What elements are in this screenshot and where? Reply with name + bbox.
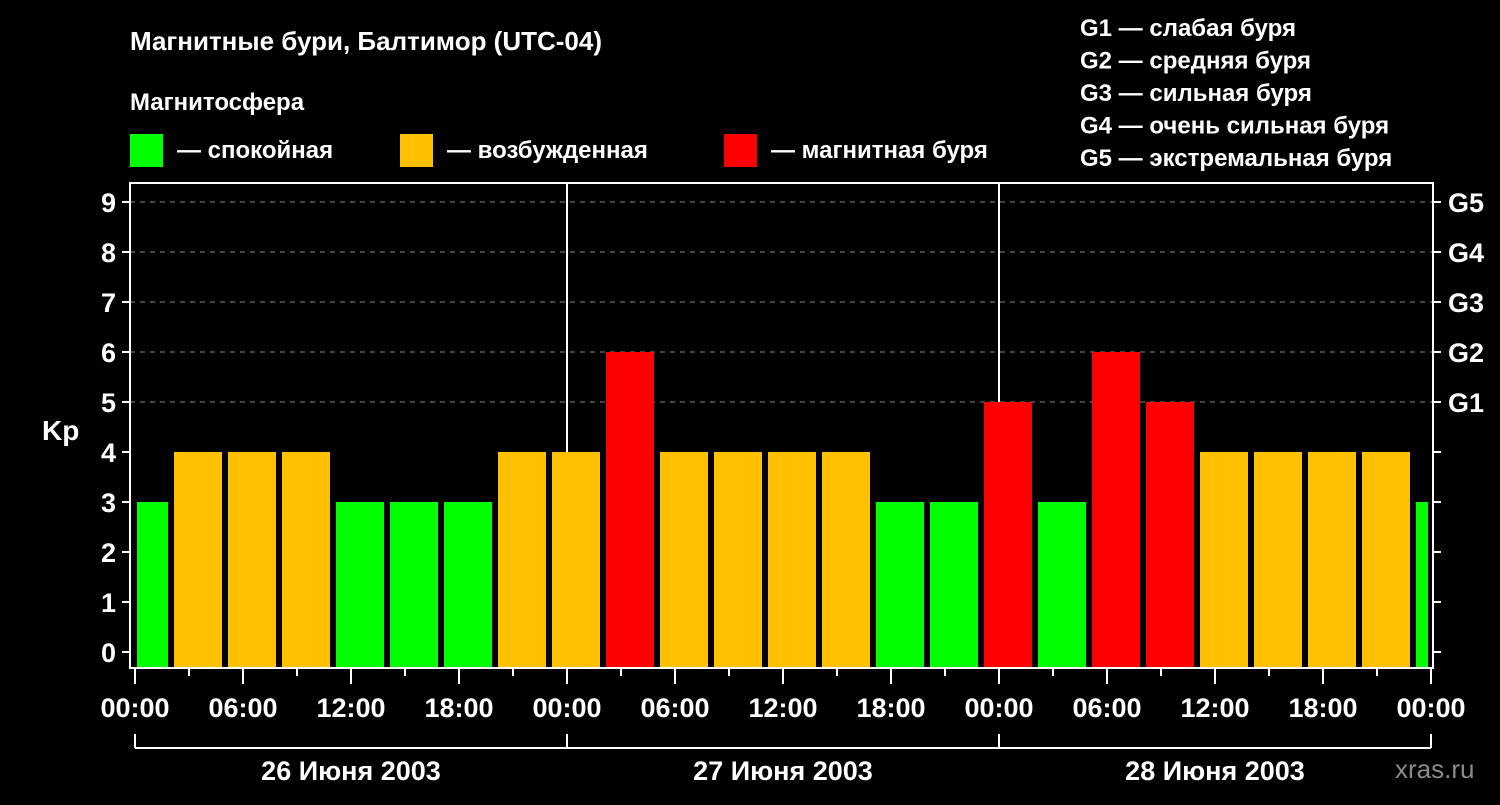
day-label: 27 Июня 2003 [693,756,873,786]
g-scale-legend: G1 — слабая буря G2 — средняя буря G3 — си… [1080,15,1392,172]
y-tick-label: 0 [101,638,116,668]
legend-label: — спокойная [177,137,333,164]
x-tick-label: 06:00 [640,693,709,723]
x-tick-label: 18:00 [424,693,493,723]
plot-area: 0 1 2 3 4 5 6 7 8 9 G1 G2 G3 G4 G5 00:00 06:00 12:00 18:00… [100,182,1484,786]
x-tick-label: 00:00 [532,693,601,723]
y-tick-label: 7 [101,288,116,318]
kp-bar [984,402,1032,668]
legend-title: Магнитосфера [130,89,305,116]
g-scale-item: G3 — сильная буря [1080,80,1312,107]
watermark: xras.ru [1395,754,1474,784]
kp-bar [822,452,870,668]
chart-title: Магнитные бури, Балтимор (UTC-04) [130,26,602,56]
kp-bar [282,452,330,668]
day-label: 26 Июня 2003 [261,756,441,786]
kp-bar [930,502,978,668]
g-scale-item: G5 — экстремальная буря [1080,145,1392,172]
y-tick-label: 9 [101,188,116,218]
kp-bar [1146,402,1194,668]
x-tick-label: 00:00 [100,693,169,723]
y-tick-label: 5 [101,388,116,418]
kp-chart: Магнитные бури, Балтимор (UTC-04) Магнит… [42,15,1484,786]
kp-bar [876,502,924,668]
y-tick-label: 4 [101,438,116,468]
x-tick-label: 06:00 [208,693,277,723]
x-tick-label: 12:00 [748,693,817,723]
kp-bar [174,452,222,668]
legend: — спокойная — возбужденная — магнитная бур… [130,134,988,167]
kp-bar [1416,502,1428,668]
right-tick-label: G4 [1448,238,1484,268]
y-tick-label: 2 [101,538,116,568]
right-tick-label: G5 [1448,188,1484,218]
x-tick-label: 18:00 [1288,693,1357,723]
right-tick-label: G3 [1448,288,1484,318]
kp-bar [768,452,816,668]
kp-bar [1200,452,1248,668]
legend-label: — магнитная буря [771,137,988,164]
legend-swatch [130,134,163,167]
kp-bar [714,452,762,668]
right-tick-label: G2 [1448,338,1484,368]
kp-bar [1254,452,1302,668]
y-tick-label: 1 [101,588,116,618]
g-scale-item: G1 — слабая буря [1080,15,1296,42]
kp-bar [606,352,654,668]
legend-swatch [400,134,433,167]
g-scale-item: G2 — средняя буря [1080,48,1311,75]
kp-bar [137,502,168,668]
day-label: 28 Июня 2003 [1125,756,1305,786]
x-tick-label: 00:00 [964,693,1033,723]
kp-bar [228,452,276,668]
y-tick-label: 3 [101,488,116,518]
kp-bar [444,502,492,668]
kp-bar [1038,502,1086,668]
kp-bar [552,452,600,668]
x-tick-label: 12:00 [316,693,385,723]
kp-bar [660,452,708,668]
kp-bar [1362,452,1410,668]
x-tick-label: 06:00 [1072,693,1141,723]
x-tick-label: 00:00 [1396,693,1465,723]
x-tick-label: 18:00 [856,693,925,723]
kp-bar [1092,352,1140,668]
right-tick-label: G1 [1448,388,1484,418]
legend-swatch [724,134,757,167]
kp-bar [390,502,438,668]
legend-label: — возбужденная [447,137,648,164]
x-tick-label: 12:00 [1180,693,1249,723]
kp-bar [1308,452,1356,668]
y-tick-label: 8 [101,238,116,268]
g-scale-item: G4 — очень сильная буря [1080,113,1389,140]
kp-bar [336,502,384,668]
y-axis-label: Kp [42,415,79,446]
kp-bar [498,452,546,668]
y-tick-label: 6 [101,338,116,368]
